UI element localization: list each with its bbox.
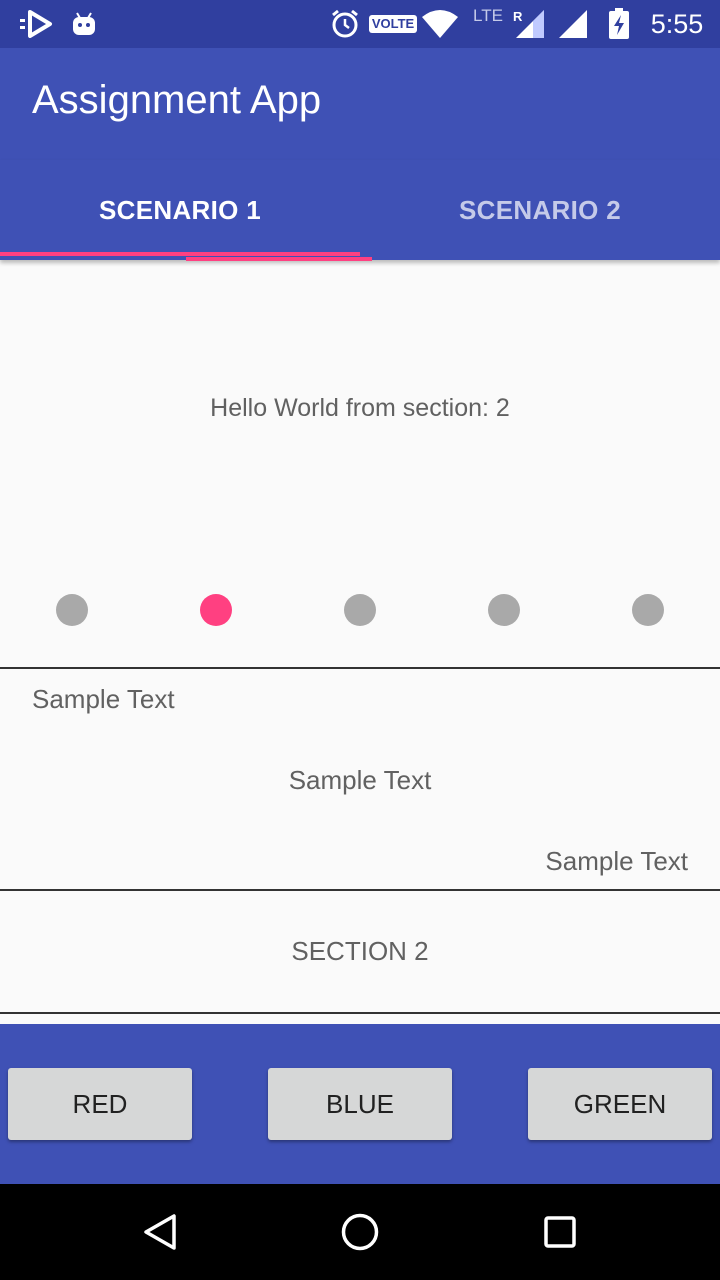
home-icon[interactable] [336, 1208, 384, 1256]
divider [0, 667, 720, 669]
play-store-icon [18, 0, 56, 48]
tab-scenario-1[interactable]: SCENARIO 1 [0, 160, 360, 260]
button-bar: RED BLUE GREEN [0, 1024, 720, 1184]
sample-text-right: Sample Text [545, 846, 688, 876]
lte-label: LTE [473, 6, 503, 25]
page-dot[interactable] [488, 594, 520, 626]
section-label: SECTION 2 [291, 936, 429, 966]
android-icon [70, 0, 98, 48]
app-title: Assignment App [32, 78, 322, 122]
tab-scenario-2[interactable]: SCENARIO 2 [360, 160, 720, 260]
app-bar: Assignment App [0, 48, 720, 160]
status-bar: VOLTE LTE R 5:55 [0, 0, 720, 48]
battery-charging-icon [606, 0, 632, 48]
wifi-icon [420, 0, 460, 48]
tab-indicator [0, 252, 360, 256]
sample-text-center: Sample Text [288, 765, 432, 795]
navigation-bar [0, 1184, 720, 1280]
page-indicator[interactable] [0, 594, 720, 626]
divider [0, 889, 720, 891]
recents-icon[interactable] [536, 1208, 584, 1256]
section-hello-text: Hello World from section: 2 [210, 394, 510, 422]
back-icon[interactable] [136, 1208, 184, 1256]
alarm-icon [328, 0, 362, 48]
page-dot[interactable] [200, 594, 232, 626]
page-dot[interactable] [56, 594, 88, 626]
signal-icon: R [510, 0, 546, 48]
signal-icon [554, 0, 590, 48]
status-time: 5:55 [650, 8, 704, 39]
page-dot[interactable] [632, 594, 664, 626]
volte-icon: VOLTE [368, 0, 418, 48]
blue-button[interactable]: BLUE [268, 1068, 452, 1140]
sample-text-left: Sample Text [32, 684, 175, 714]
red-button[interactable]: RED [8, 1068, 192, 1140]
page-dot[interactable] [344, 594, 376, 626]
green-button[interactable]: GREEN [528, 1068, 712, 1140]
tab-indicator-underline [186, 257, 372, 261]
divider [0, 1012, 720, 1014]
svg-text:R: R [513, 9, 523, 24]
tab-bar: SCENARIO 1 SCENARIO 2 [0, 160, 720, 261]
